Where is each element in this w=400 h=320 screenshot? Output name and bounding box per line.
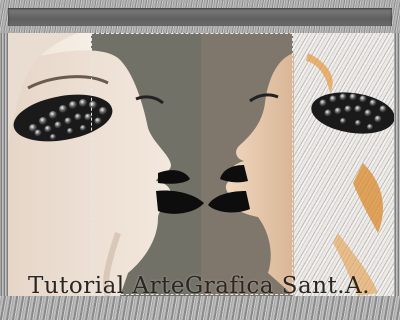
caption-text: Tutorial ArteGrafica Sant.A. xyxy=(28,273,371,296)
photo-collage: Tutorial ArteGrafica Sant.A. xyxy=(8,33,394,296)
dashed-selection-marquee xyxy=(91,33,293,295)
metal-frame-left xyxy=(0,33,8,296)
sketch-wash-chin xyxy=(353,163,383,233)
right-jeweled-eye xyxy=(311,92,394,134)
metal-frame-top-groove xyxy=(8,8,392,26)
metal-frame-top xyxy=(0,0,400,33)
tutorial-canvas: Tutorial ArteGrafica Sant.A. xyxy=(0,0,400,320)
sketch-wash-top xyxy=(306,53,333,93)
metal-frame-right xyxy=(394,33,400,296)
metal-frame-bottom xyxy=(0,296,400,320)
